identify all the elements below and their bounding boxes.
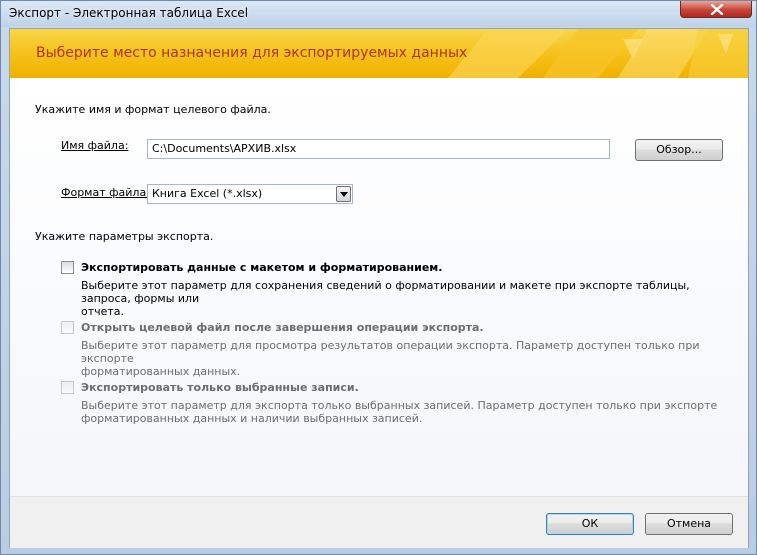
- cancel-button[interactable]: Отмена: [645, 513, 733, 535]
- file-name-label: Имя файла:: [61, 139, 128, 152]
- dialog-client-area: Выберите место назначения для экспортиру…: [9, 28, 749, 548]
- export-formatting-checkbox[interactable]: [61, 261, 74, 274]
- dialog-body: Укажите имя и формат целевого файла. Имя…: [10, 78, 748, 496]
- options-section-heading: Укажите параметры экспорта.: [35, 230, 214, 243]
- ok-button[interactable]: ОК: [546, 513, 634, 535]
- open-after-export-desc-line2: форматированных данных.: [81, 365, 241, 378]
- file-format-select[interactable]: Книга Excel (*.xlsx): [147, 184, 353, 204]
- selected-records-checkbox[interactable]: [61, 381, 74, 394]
- file-section-heading: Укажите имя и формат целевого файла.: [35, 103, 271, 116]
- file-name-input[interactable]: C:\Documents\АРХИВ.xlsx: [147, 139, 610, 159]
- export-formatting-label[interactable]: Экспортировать данные с макетом и формат…: [81, 261, 442, 274]
- file-format-value: Книга Excel (*.xlsx): [152, 187, 263, 200]
- open-after-export-desc-line1: Выберите этот параметр для просмотра рез…: [81, 339, 700, 365]
- browse-button[interactable]: Обзор...: [635, 139, 723, 161]
- file-name-label-text: Имя файла:: [61, 139, 129, 152]
- file-format-label: Формат файла:: [61, 186, 150, 199]
- open-after-export-description: Выберите этот параметр для просмотра рез…: [81, 339, 731, 378]
- title-bar[interactable]: Экспорт - Электронная таблица Excel: [1, 1, 756, 27]
- dialog-footer: ОК Отмена: [10, 496, 748, 548]
- banner-decoration: [448, 29, 748, 78]
- open-after-export-checkbox[interactable]: [61, 321, 74, 334]
- export-formatting-desc-line2: отчета.: [81, 305, 125, 318]
- selected-records-description: Выберите этот параметр для экспорта толь…: [81, 399, 731, 425]
- export-formatting-desc-line1: Выберите этот параметр для сохранения св…: [81, 279, 690, 305]
- export-formatting-description: Выберите этот параметр для сохранения св…: [81, 279, 731, 318]
- dropdown-button[interactable]: [336, 186, 351, 202]
- selected-records-desc-line2: форматированных данных и наличии выбранн…: [81, 412, 423, 425]
- header-banner: Выберите место назначения для экспортиру…: [10, 29, 748, 78]
- close-icon: [710, 4, 724, 15]
- selected-records-desc-line1: Выберите этот параметр для экспорта толь…: [81, 399, 718, 412]
- file-format-label-text: Формат файла:: [61, 186, 150, 199]
- chevron-down-icon: [340, 192, 348, 197]
- selected-records-label[interactable]: Экспортировать только выбранные записи.: [81, 381, 359, 394]
- window-title: Экспорт - Электронная таблица Excel: [9, 6, 249, 20]
- file-name-value: C:\Documents\АРХИВ.xlsx: [152, 142, 297, 155]
- export-dialog-window: Экспорт - Электронная таблица Excel Выбе…: [0, 0, 757, 555]
- banner-title: Выберите место назначения для экспортиру…: [36, 45, 468, 61]
- close-button[interactable]: [680, 1, 752, 18]
- open-after-export-label[interactable]: Открыть целевой файл после завершения оп…: [81, 321, 484, 334]
